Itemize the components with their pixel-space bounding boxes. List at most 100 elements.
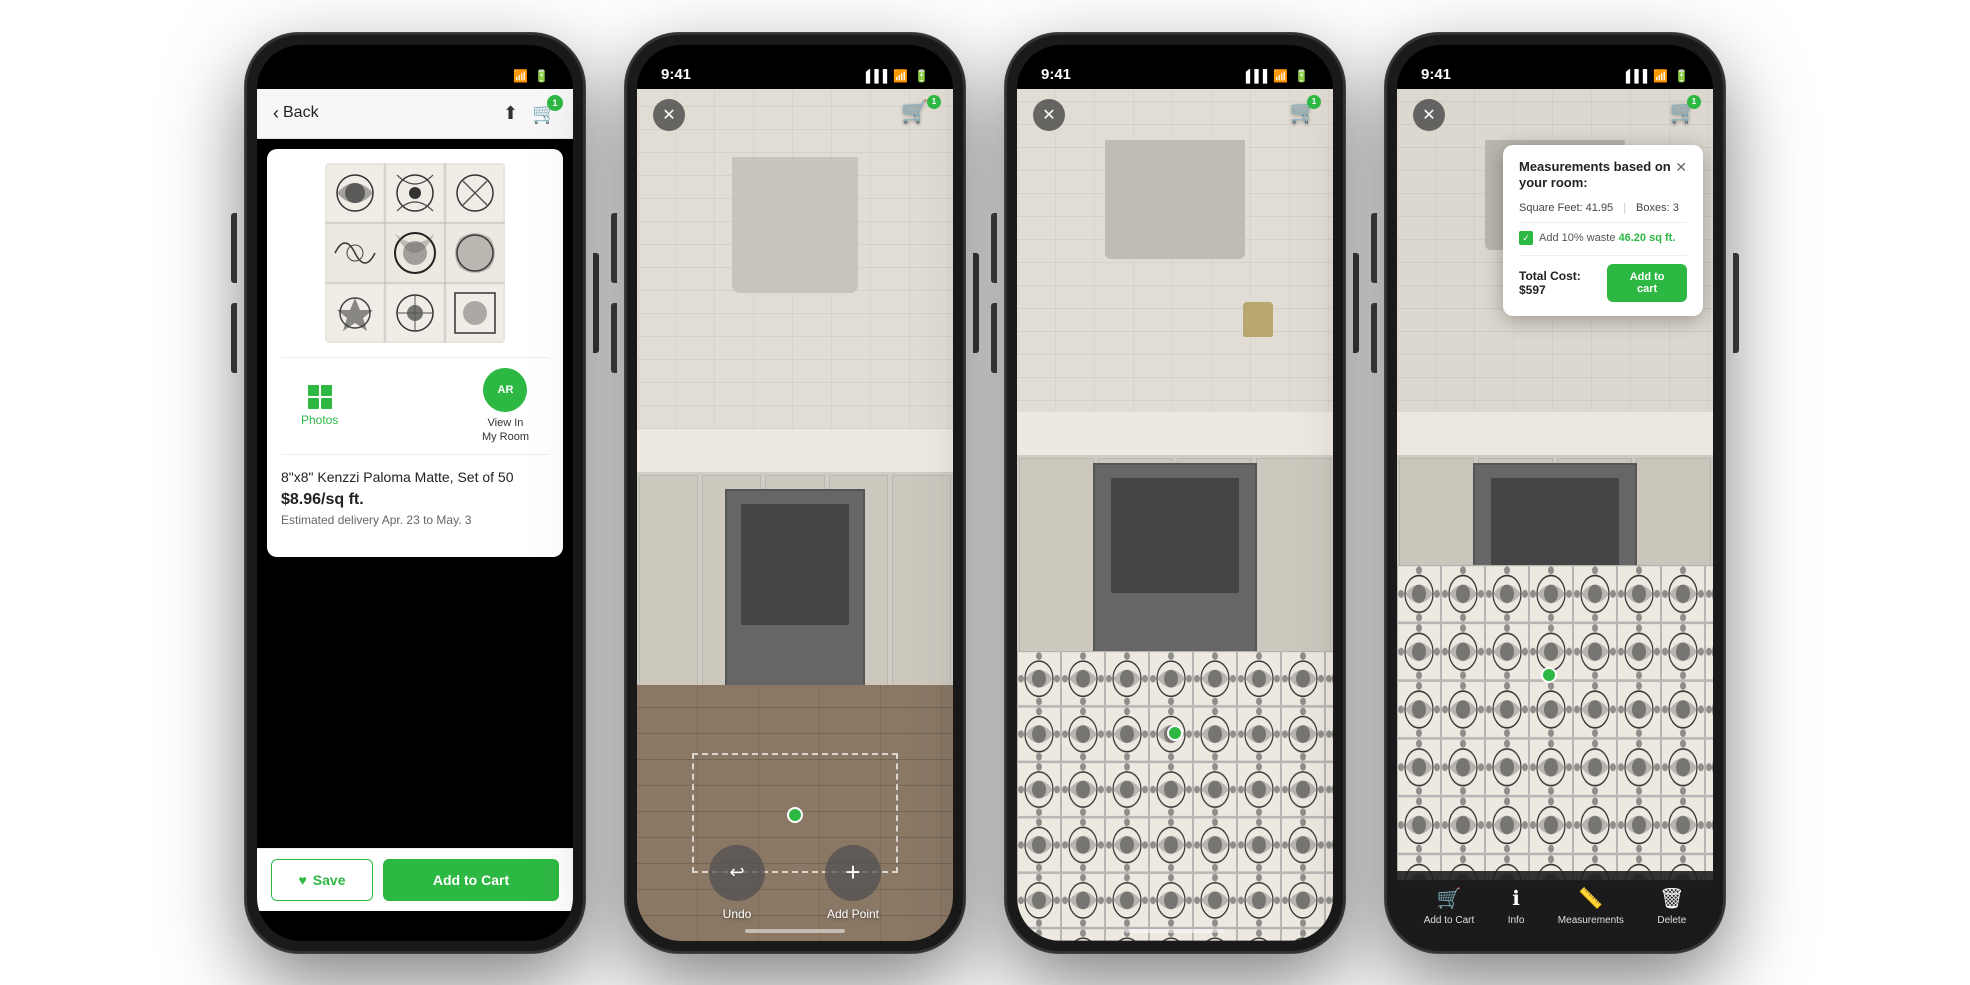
counter-4	[1397, 412, 1713, 455]
add-to-cart-button[interactable]: Add to Cart	[383, 859, 559, 901]
ar-close-button[interactable]: ✕	[653, 99, 685, 131]
tab-cart-label: Add to Cart	[1424, 915, 1475, 926]
plus-icon: +	[845, 857, 860, 888]
waste-value: 46.20 sq ft.	[1619, 232, 1676, 244]
status-time-2: 9:41	[661, 66, 691, 83]
product-name: 8"x8" Kenzzi Paloma Matte, Set of 50	[281, 469, 549, 485]
back-button[interactable]: ‹ Back	[273, 103, 319, 124]
back-label: Back	[283, 104, 319, 122]
popup-header: Measurements based onyour room: ✕	[1519, 159, 1687, 193]
metric-divider: |	[1623, 202, 1626, 214]
ar-cart-button-4[interactable]: 🛒 1	[1670, 99, 1697, 125]
status-time-1: 9:41	[281, 66, 311, 83]
header-icons: ⬆ 🛒 1	[503, 101, 557, 126]
ar-bottom-controls-2: ↩ Undo + Add Point	[637, 845, 953, 921]
tab-info[interactable]: ℹ Info	[1508, 886, 1525, 926]
home-indicator-1	[365, 929, 465, 933]
tab-trash-icon: 🗑	[1659, 886, 1684, 911]
notch	[335, 45, 495, 75]
popup-add-cart-label: Add to cart	[1630, 271, 1665, 295]
undo-button[interactable]: ↩ Undo	[709, 845, 765, 921]
tab-measurements[interactable]: 📏 Measurements	[1558, 886, 1624, 926]
popup-close-button[interactable]: ✕	[1675, 159, 1687, 176]
notch-2	[715, 45, 875, 75]
counter-3	[1017, 412, 1333, 455]
popup-metrics: Square Feet: 41.95 | Boxes: 3	[1519, 202, 1687, 223]
status-icons-3: ▐▐▐ 📶 🔋	[1242, 69, 1309, 83]
product-footer: ♥ Save Add to Cart	[257, 848, 573, 911]
phone-1: 9:41 ▐▐▐ 📶 🔋 ‹ Back ⬆	[245, 33, 585, 953]
range-hood	[732, 157, 858, 293]
kitchen-counter	[637, 429, 953, 472]
status-time-3: 9:41	[1041, 66, 1071, 83]
status-icons-1: ▐▐▐ 📶 🔋	[482, 69, 549, 83]
tab-measurements-label: Measurements	[1558, 915, 1624, 926]
phones-container: 9:41 ▐▐▐ 📶 🔋 ‹ Back ⬆	[225, 13, 1745, 973]
phone-3: 9:41 ▐▐▐ 📶 🔋 ✕ 🛒 1	[1005, 33, 1345, 953]
battery-icon: 🔋	[534, 69, 549, 83]
total-cost-label: Total Cost: $597	[1519, 269, 1607, 297]
undo-icon: ↩	[729, 862, 744, 883]
add-point-button[interactable]: + Add Point	[825, 845, 881, 921]
cart-icon-wrap[interactable]: 🛒 1	[532, 101, 557, 126]
battery-icon-4: 🔋	[1674, 69, 1689, 83]
notch-3	[1095, 45, 1255, 75]
square-feet-metric: Square Feet: 41.95	[1519, 202, 1613, 214]
photos-label: Photos	[301, 413, 338, 427]
save-label: Save	[313, 872, 346, 888]
wifi-icon-4: 📶	[1653, 69, 1668, 83]
popup-add-cart-button[interactable]: Add to cart	[1607, 264, 1687, 302]
battery-icon-2: 🔋	[914, 69, 929, 83]
waste-checkbox[interactable]: ✓	[1519, 231, 1533, 245]
heart-icon: ♥	[298, 872, 306, 888]
tile-floor-overlay-3	[1017, 651, 1333, 941]
oven-3	[1093, 463, 1257, 659]
tab-delete[interactable]: 🗑 Delete	[1657, 886, 1686, 926]
notch-4	[1475, 45, 1635, 75]
status-icons-4: ▐▐▐ 📶 🔋	[1622, 69, 1689, 83]
status-time-4: 9:41	[1421, 66, 1451, 83]
ar-anchor-dot-4	[1541, 667, 1557, 683]
product-image	[325, 163, 505, 343]
photos-button[interactable]: Photos	[301, 385, 338, 427]
cart-badge: 1	[547, 95, 563, 111]
boxes-metric: Boxes: 3	[1636, 202, 1679, 214]
ar-label: View InMy Room	[482, 416, 529, 445]
range-hood-3	[1105, 140, 1244, 259]
add-point-circle: +	[825, 845, 881, 901]
product-price: $8.96/sq ft.	[281, 491, 549, 509]
tab-add-to-cart[interactable]: 🛒 Add to Cart	[1424, 886, 1475, 926]
tab-ruler-icon: 📏	[1578, 886, 1603, 911]
add-to-cart-label: Add to Cart	[433, 872, 509, 888]
phone-2: 9:41 ▐▐▐ 📶 🔋 ✕ 🛒 1	[625, 33, 965, 953]
status-icons-2: ▐▐▐ 📶 🔋	[862, 69, 929, 83]
wifi-icon-3: 📶	[1273, 69, 1288, 83]
popup-title: Measurements based onyour room:	[1519, 159, 1671, 193]
photos-grid-icon	[308, 385, 332, 409]
save-button[interactable]: ♥ Save	[271, 859, 373, 901]
ar-anchor-dot-3	[1167, 725, 1183, 741]
ar-badge-text: AR	[498, 384, 514, 396]
wifi-icon: 📶	[513, 69, 528, 83]
ar-camera-scene-2	[637, 89, 953, 941]
ar-cart-button[interactable]: 🛒 1	[901, 99, 937, 135]
ar-cart-button-3[interactable]: 🛒 1	[1290, 99, 1317, 125]
tile-floor-overlay-4	[1397, 565, 1713, 880]
home-indicator-2	[745, 929, 845, 933]
product-card: Photos AR View InMy Room 8"x8" Kenzzi Pa…	[267, 149, 563, 558]
wifi-icon-2: 📶	[893, 69, 908, 83]
ar-cart-badge-4: 1	[1687, 95, 1701, 109]
waste-row: ✓ Add 10% waste 46.20 sq ft.	[1519, 231, 1687, 245]
tab-cart-icon: 🛒	[1437, 886, 1462, 911]
ar-cart-badge-3: 1	[1307, 95, 1321, 109]
oven	[725, 489, 864, 693]
ar-view-button[interactable]: AR View InMy Room	[482, 368, 529, 445]
add-point-label: Add Point	[827, 907, 879, 921]
ar-camera-scene-3	[1017, 89, 1333, 941]
ar-close-button-3[interactable]: ✕	[1033, 99, 1065, 131]
popup-total-row: Total Cost: $597 Add to cart	[1519, 264, 1687, 302]
product-delivery: Estimated delivery Apr. 23 to May. 3	[281, 513, 549, 527]
ar-close-button-4[interactable]: ✕	[1413, 99, 1445, 131]
battery-icon-3: 🔋	[1294, 69, 1309, 83]
share-icon[interactable]: ⬆	[503, 103, 518, 124]
